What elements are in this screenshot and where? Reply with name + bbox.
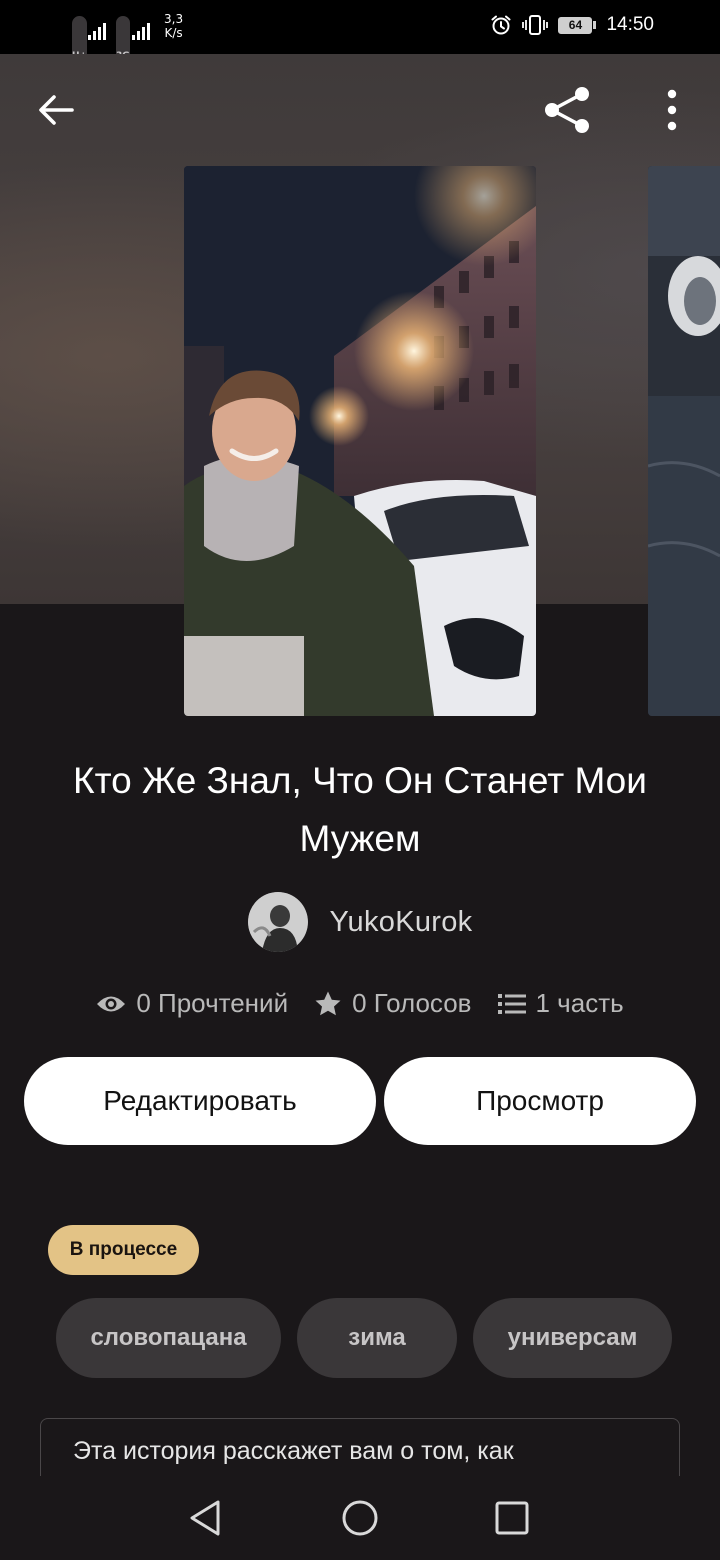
cover-photo [184, 166, 536, 716]
signal-strength-1: H+ [72, 16, 106, 96]
tag-chip[interactable]: зима [297, 1298, 457, 1378]
reads-count: 0 Прочтений [136, 988, 289, 1018]
triangle-back-icon [190, 1500, 220, 1536]
vibrate-icon [522, 14, 549, 36]
preview-button[interactable]: Просмотр [384, 1057, 696, 1145]
description-text: Эта история расскажет вам о том, как [73, 1437, 514, 1465]
square-recents-icon [495, 1501, 529, 1535]
parts-count: 1 часть [535, 988, 624, 1018]
signal-bars-icon [88, 23, 106, 40]
reads-stat: 0 Прочтений [96, 988, 288, 1019]
votes-stat: 0 Голосов [314, 988, 472, 1019]
status-bar: H+ 3G 3,3 K/s 64 14:50 [0, 0, 720, 96]
share-button[interactable] [540, 82, 596, 138]
back-button[interactable] [30, 84, 82, 136]
nav-recents-button[interactable] [492, 1498, 532, 1538]
parts-stat: 1 часть [497, 988, 624, 1019]
edit-button[interactable]: Редактировать [24, 1057, 376, 1145]
circle-home-icon [342, 1500, 378, 1536]
next-cover-image[interactable] [648, 166, 720, 716]
network-indicators: H+ 3G 3,3 K/s [72, 12, 183, 96]
alarm-icon [490, 14, 512, 36]
star-icon [315, 991, 341, 1015]
list-icon [497, 993, 526, 1014]
system-navigation-bar [0, 1476, 720, 1560]
more-vertical-icon [667, 89, 677, 131]
nav-back-button[interactable] [186, 1498, 226, 1538]
tag-chip[interactable]: универсам [473, 1298, 672, 1378]
arrow-left-icon [39, 95, 74, 125]
speed-value: 3,3 [164, 12, 184, 26]
next-cover-photo [648, 166, 720, 716]
speed-unit: K/s [164, 26, 183, 40]
share-icon [545, 87, 589, 133]
eye-icon [97, 996, 126, 1011]
author-name[interactable]: YukoKurok [330, 906, 473, 939]
author-avatar[interactable] [247, 892, 308, 952]
story-stats: 0 Прочтений 0 Голосов 1 часть [0, 988, 720, 1019]
story-cover-image[interactable] [184, 166, 536, 716]
clock: 14:50 [606, 14, 654, 35]
signal-bars-icon [132, 23, 150, 40]
battery-indicator: 64 [558, 16, 597, 34]
author-row[interactable]: YukoKurok [0, 892, 720, 952]
nav-home-button[interactable] [340, 1498, 380, 1538]
votes-count: 0 Голосов [352, 988, 472, 1018]
system-indicators: 64 14:50 [490, 14, 654, 36]
signal-strength-2: 3G [116, 16, 150, 96]
story-title: Кто Же Знал, Что Он Станет Мои Мужем [73, 760, 647, 859]
tag-chip[interactable]: словопацана [56, 1298, 281, 1378]
battery-level: 64 [558, 16, 593, 34]
more-options-button[interactable] [648, 84, 696, 136]
network-speed: 3,3 K/s [164, 12, 183, 40]
status-badge: В процессе [48, 1225, 199, 1275]
